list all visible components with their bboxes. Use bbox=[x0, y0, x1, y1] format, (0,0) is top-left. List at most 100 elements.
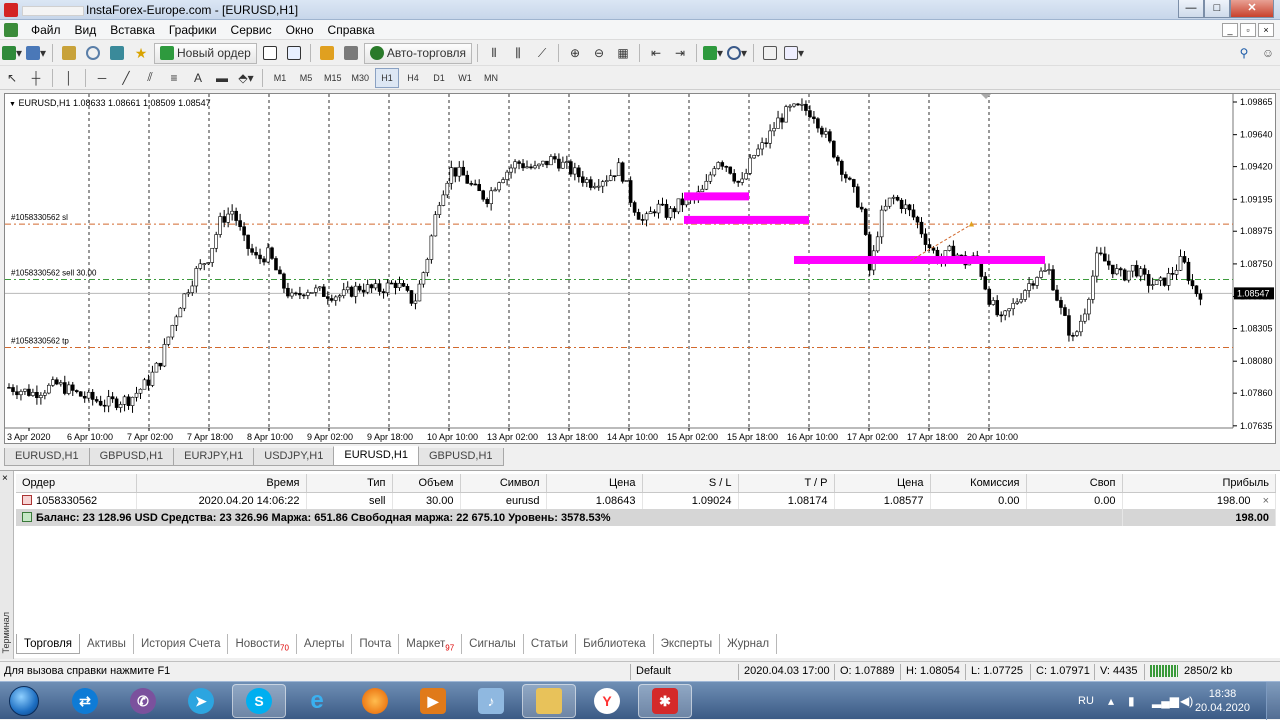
column-header[interactable]: S / L bbox=[642, 474, 739, 493]
column-header[interactable]: Цена bbox=[546, 474, 643, 493]
video-player-icon[interactable]: ▶ bbox=[406, 684, 460, 718]
terminal-tab[interactable]: Новости70 bbox=[228, 634, 297, 654]
terminal-tab[interactable]: Библиотека bbox=[576, 634, 654, 654]
equidistant-channel-icon[interactable]: ⫽ bbox=[139, 68, 161, 88]
volume-icon[interactable]: ◀) bbox=[1180, 682, 1193, 720]
terminal-tab[interactable]: Статьи bbox=[524, 634, 577, 654]
new-order-button[interactable]: Новый ордер bbox=[154, 42, 257, 64]
yandex-icon[interactable]: Y bbox=[580, 684, 634, 718]
menu-insert[interactable]: Вставка bbox=[103, 23, 162, 37]
indicators-button[interactable]: ▾ bbox=[702, 43, 724, 63]
metaeditor-icon[interactable] bbox=[316, 43, 338, 63]
fibonacci-icon[interactable]: ≡ bbox=[163, 68, 185, 88]
menu-tools[interactable]: Сервис bbox=[224, 23, 279, 37]
mdi-restore-button[interactable]: ▫ bbox=[1240, 22, 1256, 37]
text-icon[interactable]: A bbox=[187, 68, 209, 88]
menu-window[interactable]: Окно bbox=[279, 23, 321, 37]
periods-button[interactable]: ▾ bbox=[726, 43, 748, 63]
terminal-tab[interactable]: Торговля bbox=[16, 634, 81, 654]
internet-explorer-icon[interactable]: e bbox=[290, 684, 344, 718]
new-chart-button[interactable]: ▾ bbox=[1, 43, 23, 63]
viber-icon[interactable]: ✆ bbox=[116, 684, 170, 718]
language-indicator[interactable]: RU bbox=[1078, 682, 1094, 720]
close-button[interactable]: ✕ bbox=[1230, 0, 1274, 18]
auto-scroll-icon[interactable]: ⇤ bbox=[645, 43, 667, 63]
options-icon[interactable] bbox=[340, 43, 362, 63]
close-order-icon[interactable]: × bbox=[1263, 495, 1269, 507]
table-row[interactable]: 1058330562 2020.04.20 14:06:22 sell 30.0… bbox=[16, 492, 1276, 509]
terminal-tab[interactable]: Маркет97 bbox=[399, 634, 463, 654]
system-clock[interactable]: 18:38 20.04.2020 bbox=[1195, 687, 1250, 715]
bar-chart-icon[interactable]: ⫴ bbox=[483, 43, 505, 63]
line-chart-icon[interactable]: ⟋ bbox=[531, 43, 553, 63]
zoom-in-icon[interactable]: ⊕ bbox=[564, 43, 586, 63]
metatrader-icon[interactable]: ✱ bbox=[638, 684, 692, 718]
start-button[interactable] bbox=[4, 684, 44, 718]
chart-tab[interactable]: EURUSD,H1 bbox=[4, 448, 90, 466]
column-header[interactable]: Своп bbox=[1026, 474, 1123, 493]
terminal-tab[interactable]: Сигналы bbox=[462, 634, 524, 654]
menu-charts[interactable]: Графики bbox=[162, 23, 224, 37]
price-chart[interactable]: 3 Apr 2020 6 Apr 10:00 7 Apr 02:00 7 Apr 18… bbox=[4, 93, 1276, 444]
chart-tab-active[interactable]: EURUSD,H1 bbox=[333, 446, 419, 466]
column-header[interactable]: Тип bbox=[306, 474, 393, 493]
horizontal-line-icon[interactable]: ─ bbox=[91, 68, 113, 88]
terminal-tab[interactable]: Алерты bbox=[297, 634, 353, 654]
timeframe-d1[interactable]: D1 bbox=[427, 68, 451, 88]
chart-tab[interactable]: GBPUSD,H1 bbox=[88, 448, 175, 466]
timeframe-w1[interactable]: W1 bbox=[453, 68, 477, 88]
column-header[interactable]: Ордер bbox=[16, 474, 137, 493]
telegram-icon[interactable]: ➤ bbox=[174, 684, 228, 718]
terminal-icon[interactable] bbox=[259, 43, 281, 63]
timeframe-m1[interactable]: M1 bbox=[268, 68, 292, 88]
audio-icon[interactable]: ♪ bbox=[464, 684, 518, 718]
chart-properties-button[interactable]: ▾ bbox=[783, 43, 805, 63]
terminal-tab[interactable]: Активы bbox=[80, 634, 134, 654]
column-header[interactable]: Прибыль bbox=[1122, 474, 1276, 493]
data-window-icon[interactable] bbox=[106, 43, 128, 63]
text-label-icon[interactable]: ▬ bbox=[211, 68, 233, 88]
folder-icon[interactable] bbox=[522, 684, 576, 718]
timeframe-h4[interactable]: H4 bbox=[401, 68, 425, 88]
favorites-star-icon[interactable]: ★ bbox=[130, 43, 152, 63]
candlestick-icon[interactable]: ⫼ bbox=[507, 43, 529, 63]
tile-windows-icon[interactable]: ▦ bbox=[612, 43, 634, 63]
arrows-button[interactable]: ⬘▾ bbox=[235, 68, 257, 88]
terminal-tab[interactable]: Эксперты bbox=[654, 634, 721, 654]
auto-trading-button[interactable]: Авто-торговля bbox=[363, 42, 473, 64]
tray-arrow-icon[interactable]: ▴ bbox=[1108, 682, 1114, 720]
menu-view[interactable]: Вид bbox=[68, 23, 104, 37]
terminal-tab[interactable]: Почта bbox=[352, 634, 400, 654]
column-header[interactable]: Цена bbox=[834, 474, 931, 493]
terminal-tab[interactable]: Журнал bbox=[720, 634, 778, 654]
mdi-minimize-button[interactable]: _ bbox=[1222, 22, 1238, 37]
strategy-tester-icon[interactable] bbox=[283, 43, 305, 63]
firefox-icon[interactable] bbox=[348, 684, 402, 718]
show-desktop-button[interactable] bbox=[1266, 682, 1280, 720]
chart-tab[interactable]: EURJPY,H1 bbox=[173, 448, 255, 466]
column-header[interactable]: Объем bbox=[392, 474, 461, 493]
chart-tab[interactable]: GBPUSD,H1 bbox=[417, 448, 504, 466]
trendline-icon[interactable]: ╱ bbox=[115, 68, 137, 88]
timeframe-mn[interactable]: MN bbox=[479, 68, 503, 88]
chart-tab[interactable]: USDJPY,H1 bbox=[253, 448, 335, 466]
timeframe-m30[interactable]: M30 bbox=[348, 68, 374, 88]
zoom-out-icon[interactable]: ⊖ bbox=[588, 43, 610, 63]
templates-icon[interactable] bbox=[759, 43, 781, 63]
connection-status-icon[interactable] bbox=[1150, 665, 1178, 677]
chart-canvas[interactable]: 3 Apr 2020 6 Apr 10:00 7 Apr 02:00 7 Apr 18… bbox=[5, 94, 1275, 443]
network-icon[interactable]: ▮ bbox=[1128, 682, 1135, 720]
search-icon[interactable]: ⚲ bbox=[1233, 43, 1255, 63]
navigator-icon[interactable] bbox=[82, 43, 104, 63]
vertical-line-icon[interactable]: │ bbox=[58, 68, 80, 88]
column-header[interactable]: Символ bbox=[460, 474, 547, 493]
community-icon[interactable]: ☺ bbox=[1257, 43, 1279, 63]
terminal-close-icon[interactable]: × bbox=[2, 473, 8, 484]
column-header[interactable]: Время bbox=[136, 474, 307, 493]
mdi-close-button[interactable]: × bbox=[1258, 22, 1274, 37]
minimize-button[interactable]: — bbox=[1178, 0, 1204, 18]
chart-window-icon[interactable] bbox=[4, 22, 18, 37]
skype-icon[interactable]: S bbox=[232, 684, 286, 718]
market-watch-icon[interactable] bbox=[58, 43, 80, 63]
cursor-icon[interactable]: ↖ bbox=[1, 68, 23, 88]
